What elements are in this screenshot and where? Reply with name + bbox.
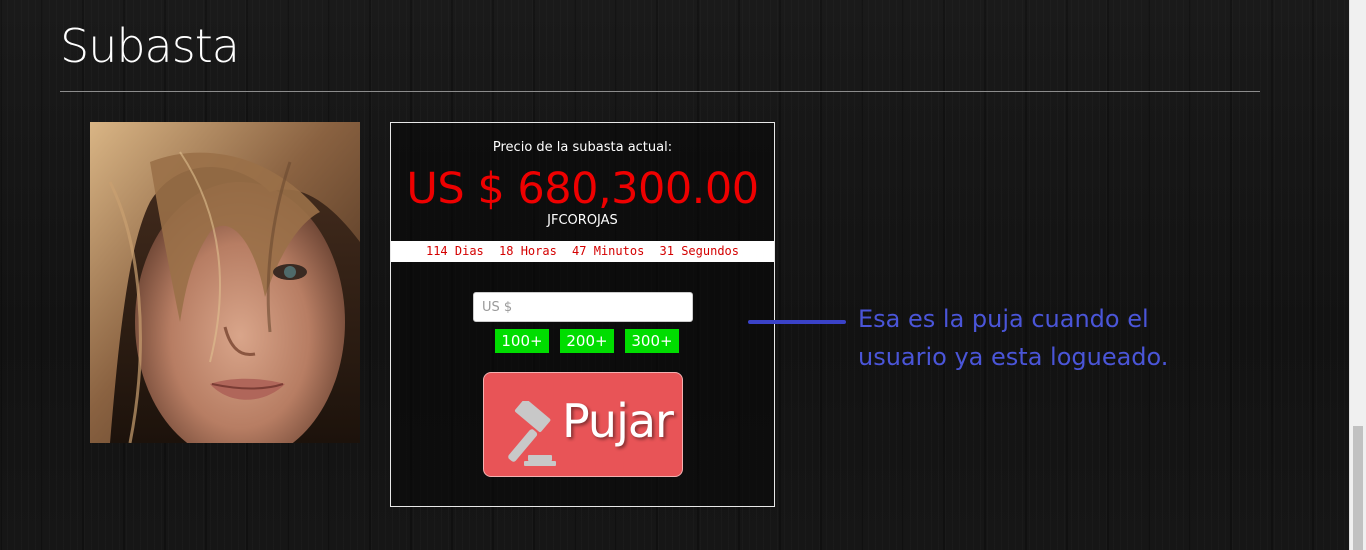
- current-price: US $ 680,300.00: [406, 164, 759, 214]
- auction-panel: Precio de la subasta actual: US $ 680,30…: [390, 122, 775, 507]
- vertical-scrollbar[interactable]: [1349, 0, 1366, 550]
- title-divider: [60, 91, 1260, 92]
- increment-200-button[interactable]: 200+: [560, 329, 614, 353]
- bid-amount-input[interactable]: [473, 292, 693, 322]
- bid-button[interactable]: Pujar: [483, 372, 683, 477]
- current-bidder: JFCOROJAS: [547, 213, 618, 228]
- annotation-text: Esa es la puja cuando el usuario ya esta…: [858, 305, 1169, 371]
- countdown-days: 114 Dias: [425, 244, 484, 258]
- countdown-seconds: 31 Segundos: [659, 244, 740, 258]
- countdown-minutes: 47 Minutos: [572, 244, 645, 258]
- page-title: Subasta: [60, 19, 240, 73]
- countdown-timer: 114 Dias 18 Horas 47 Minutos 31 Segundos: [391, 241, 774, 262]
- bid-button-label: Pujar: [562, 394, 674, 448]
- annotation-pointer-line: [748, 320, 846, 324]
- countdown-hours: 18 Horas: [499, 244, 557, 258]
- gavel-icon: [494, 398, 558, 469]
- price-label: Precio de la subasta actual:: [492, 140, 673, 155]
- product-image: [90, 122, 360, 443]
- increment-300-button[interactable]: 300+: [625, 329, 679, 353]
- increment-100-button[interactable]: 100+: [495, 329, 549, 353]
- scrollbar-thumb[interactable]: [1353, 426, 1363, 550]
